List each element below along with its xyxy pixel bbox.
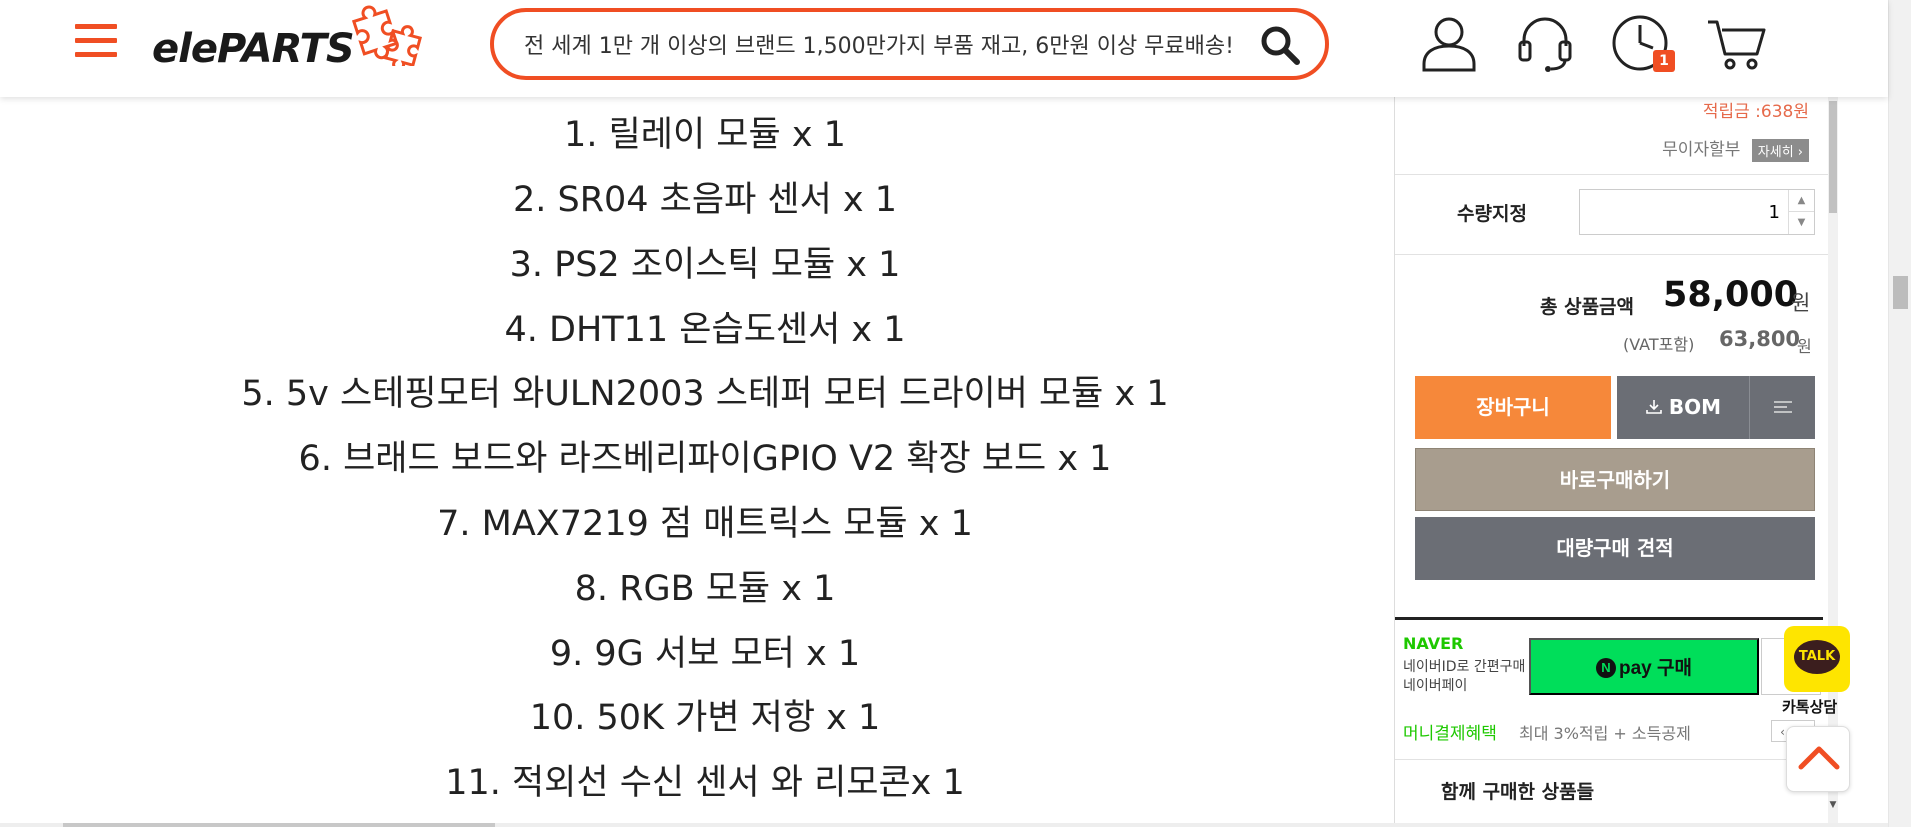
quantity-stepper: ▲ ▼ <box>1579 189 1815 235</box>
panel-scrollbar[interactable]: ▼ <box>1828 97 1838 827</box>
naver-pay-button[interactable]: Npay 구매 <box>1529 638 1759 695</box>
cart-icon[interactable] <box>1706 12 1768 74</box>
add-to-cart-button[interactable]: 장바구니 <box>1415 376 1611 439</box>
divider <box>1395 174 1829 175</box>
currency-unit: 원 <box>1791 291 1811 315</box>
naver-logo: NAVER <box>1403 634 1464 653</box>
bom-menu-button[interactable] <box>1749 376 1815 439</box>
quantity-input[interactable] <box>1580 190 1786 234</box>
horizontal-scrollbar-thumb[interactable] <box>63 823 495 827</box>
user-icon[interactable] <box>1418 12 1480 74</box>
page-scrollbar-thumb[interactable] <box>1893 276 1908 309</box>
list-item: 3. PS2 조이스틱 모듈 x 1 <box>509 245 901 285</box>
download-icon <box>1646 400 1662 414</box>
currency-unit: 원 <box>1797 337 1812 356</box>
money-benefit-label: 머니결제혜택 <box>1403 724 1497 744</box>
list-item: 4. DHT11 온습도센서 x 1 <box>504 310 906 350</box>
headset-icon[interactable] <box>1514 12 1576 74</box>
quantity-up-icon[interactable]: ▲ <box>1789 190 1814 212</box>
recent-count-badge: 1 <box>1653 50 1675 72</box>
search-input[interactable] <box>524 28 1244 60</box>
chevron-up-icon <box>1798 746 1840 770</box>
total-price-label: 총 상품금액 <box>1540 296 1635 318</box>
divider <box>1395 617 1823 620</box>
installment-label: 무이자할부 <box>1662 140 1741 160</box>
site-logo[interactable]: elePARTS <box>150 5 425 78</box>
naver-desc-line1: 네이버ID로 간편구매 <box>1403 659 1526 675</box>
together-purchased-title: 함께 구매한 상품들 <box>1441 781 1595 803</box>
divider <box>1395 759 1829 760</box>
list-item: 9. 9G 서보 모터 x 1 <box>549 634 861 674</box>
list-icon <box>1773 400 1792 413</box>
search-icon[interactable] <box>1259 24 1301 66</box>
installment-info: 무이자할부 자세히 › <box>1662 135 1809 162</box>
logo-text: elePARTS <box>152 26 355 72</box>
quantity-down-icon[interactable]: ▼ <box>1789 212 1814 234</box>
reward-points: 적립금 :638원 <box>1702 102 1809 122</box>
list-item: 6. 브래드 보드와 라즈베리파이GPIO V2 확장 보드 x 1 <box>298 439 1112 479</box>
total-price-value: 58,000 <box>1663 275 1799 315</box>
list-item: 7. MAX7219 점 매트릭스 모듈 x 1 <box>437 504 973 544</box>
installment-detail-button[interactable]: 자세히 › <box>1751 138 1809 162</box>
kakao-talk-button[interactable]: TALK <box>1784 626 1850 692</box>
divider <box>1395 254 1829 255</box>
list-item: 8. RGB 모듈 x 1 <box>574 569 836 609</box>
list-item: 1. 릴레이 모듈 x 1 <box>564 115 846 155</box>
money-benefit-desc: 최대 3%적립 + 소득공제 <box>1519 724 1691 743</box>
naver-n-icon: N <box>1596 658 1616 678</box>
menu-icon[interactable] <box>75 24 117 60</box>
page-scrollbar[interactable] <box>1888 0 1911 827</box>
scroll-down-icon[interactable]: ▼ <box>1828 800 1838 816</box>
list-item: 10. 50K 가변 저항 x 1 <box>529 698 881 738</box>
quantity-label: 수량지정 <box>1457 203 1527 225</box>
list-item: 11. 적외선 수신 센서 와 리모콘x 1 <box>445 763 965 803</box>
site-header: elePARTS 전 세계 1만 개 이상의 브랜드 1,500만가지 부품 재… <box>0 0 1888 97</box>
list-item: 2. SR04 초음파 센서 x 1 <box>512 180 898 220</box>
bom-download-button[interactable]: BOM <box>1617 376 1749 439</box>
list-item: 5. 5v 스테핑모터 와ULN2003 스테퍼 모터 드라이버 모듈 x 1 <box>241 374 1169 414</box>
naver-desc-line2: 네이버페이 <box>1403 678 1468 694</box>
vat-label: (VAT포함) <box>1623 335 1695 354</box>
buy-now-button[interactable]: 바로구매하기 <box>1415 448 1815 511</box>
purchase-panel: 적립금 :638원 무이자할부 자세히 › 수량지정 ▲ ▼ 총 상품금액 58… <box>1394 97 1829 827</box>
bulk-quote-button[interactable]: 대량구매 견적 <box>1415 517 1815 580</box>
kakao-talk-icon: TALK <box>1794 640 1840 674</box>
vat-price-value: 63,800 <box>1719 327 1801 351</box>
npay-label: pay 구매 <box>1619 658 1692 679</box>
puzzle-icon <box>351 5 422 66</box>
panel-scrollbar-thumb[interactable] <box>1829 101 1837 213</box>
bom-label: BOM <box>1668 395 1722 419</box>
kakao-talk-label: 카톡상담 <box>1782 698 1838 716</box>
scroll-to-top-button[interactable] <box>1786 726 1850 792</box>
search-bar <box>490 8 1329 80</box>
